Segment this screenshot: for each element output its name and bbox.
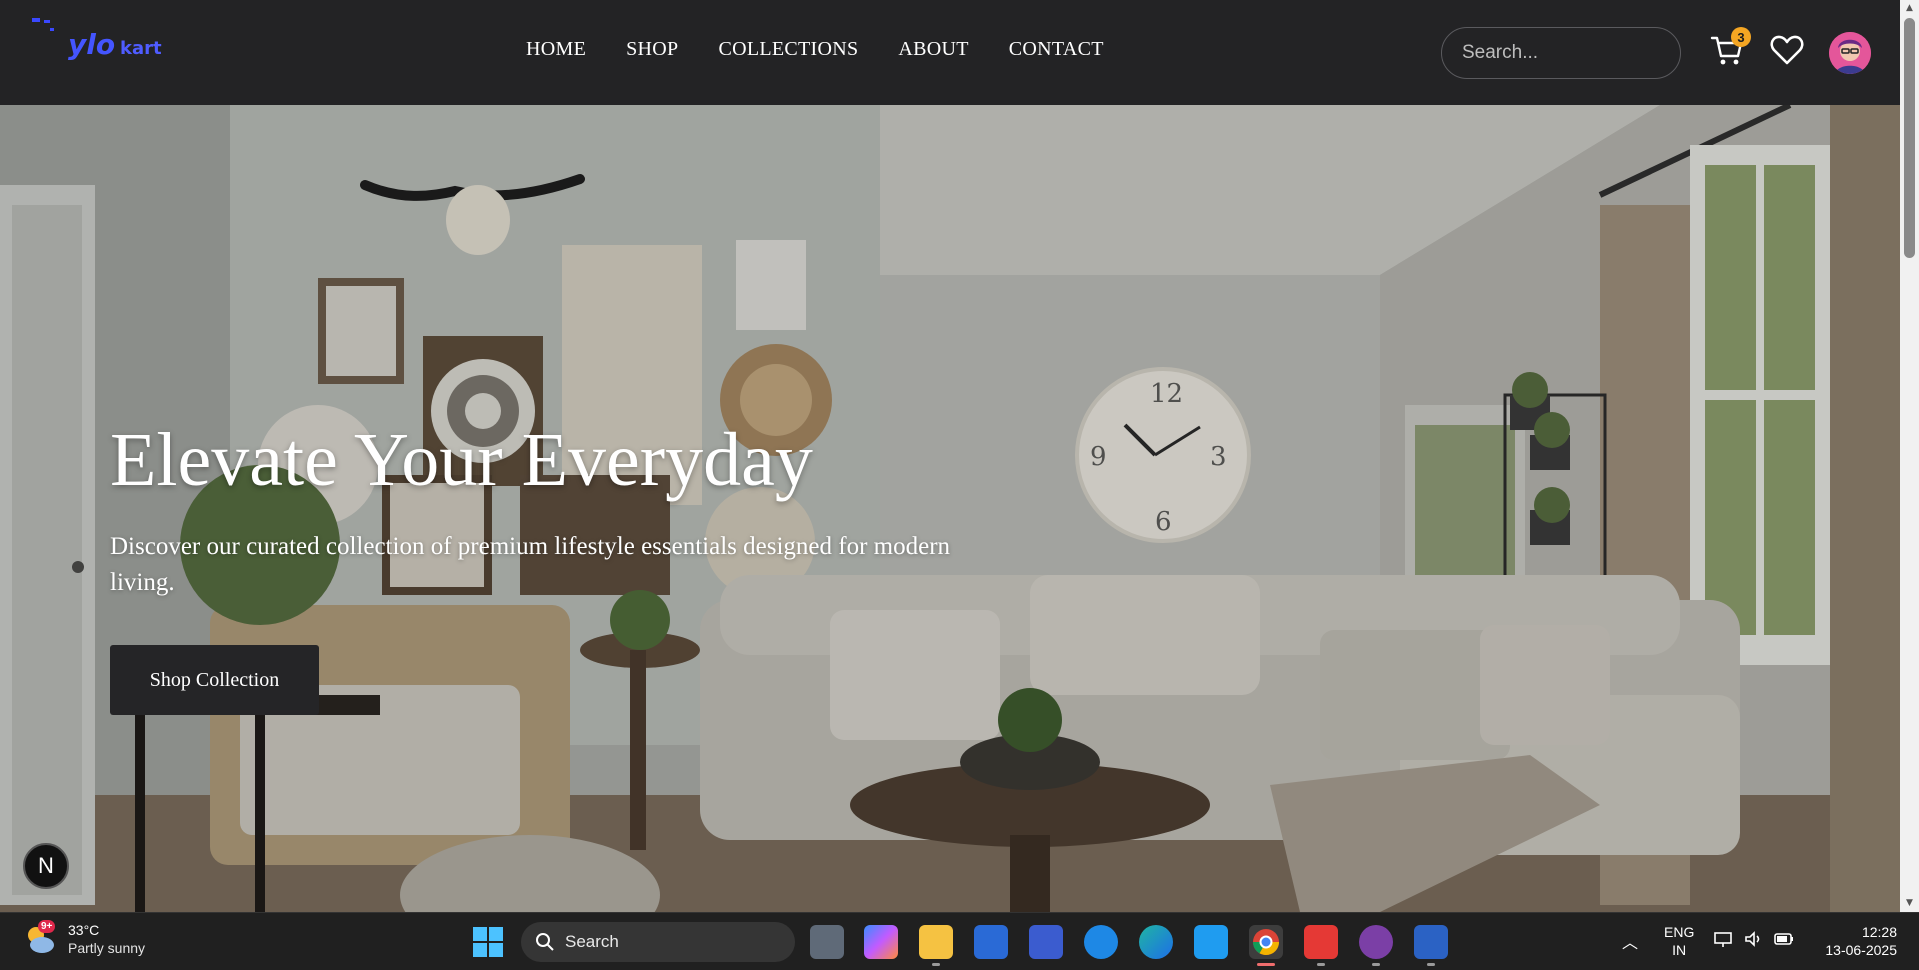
file-explorer-running-indicator xyxy=(932,963,940,966)
word-icon[interactable] xyxy=(1414,925,1448,959)
nav-about[interactable]: ABOUT xyxy=(898,38,968,61)
github-desktop-icon[interactable] xyxy=(1359,925,1393,959)
hero-content: Elevate Your Everyday Discover our curat… xyxy=(110,418,1010,715)
battery-icon xyxy=(1774,933,1793,945)
task-view-icon[interactable] xyxy=(810,925,844,959)
heart-icon xyxy=(1770,35,1804,65)
clock-time: 12:28 xyxy=(1861,924,1897,940)
network-icon xyxy=(1714,932,1732,947)
search-icon xyxy=(536,933,554,951)
scroll-thumb[interactable] xyxy=(1904,18,1915,258)
word-running-indicator xyxy=(1427,963,1435,966)
nav-home[interactable]: HOME xyxy=(526,38,586,61)
chrome-active-indicator xyxy=(1257,963,1275,966)
edge-browser-icon[interactable] xyxy=(1139,925,1173,959)
windows-start-icon[interactable] xyxy=(473,927,503,957)
shop-collection-button[interactable]: Shop Collection xyxy=(110,644,319,715)
microsoft-store-icon[interactable] xyxy=(974,925,1008,959)
github-running-indicator xyxy=(1372,963,1380,966)
chevron-up-icon[interactable]: ︿ xyxy=(1622,929,1638,953)
language-code: ENG xyxy=(1664,924,1695,940)
weather-temp: 33°C xyxy=(68,922,100,938)
partly-sunny-icon: 9+ xyxy=(24,920,58,956)
clock-date: 13-06-2025 xyxy=(1825,942,1897,958)
ai-app-icon[interactable] xyxy=(1029,925,1063,959)
vscode-icon[interactable] xyxy=(1194,925,1228,959)
pdf-reader-icon[interactable] xyxy=(1304,925,1338,959)
system-tray-icons[interactable] xyxy=(1713,929,1795,949)
hero-section: 12 3 6 9 xyxy=(0,105,1900,912)
weather-alert-badge: 9+ xyxy=(38,920,56,933)
site-header: ylo kart HOME SHOP COLLECTIONS ABOUT CON… xyxy=(0,0,1900,105)
chrome-browser-icon[interactable] xyxy=(1249,925,1283,959)
main-nav: HOME SHOP COLLECTIONS ABOUT CONTACT xyxy=(526,38,1104,61)
system-clock[interactable]: 12:28 13-06-2025 xyxy=(1817,923,1897,959)
weather-widget[interactable]: 9+ 33°C Partly sunny xyxy=(24,920,146,957)
os-taskbar: 9+ 33°C Partly sunny Search ︿ ENG IN 12:… xyxy=(0,912,1919,970)
volume-icon xyxy=(1745,931,1760,947)
nav-contact[interactable]: CONTACT xyxy=(1009,38,1104,61)
taskbar-search[interactable]: Search xyxy=(521,922,795,962)
region-code: IN xyxy=(1672,942,1687,958)
pdf-running-indicator xyxy=(1317,963,1325,966)
brand-logo[interactable]: ylo kart xyxy=(28,14,198,70)
language-indicator[interactable]: ENG IN xyxy=(1664,923,1694,959)
weather-condition: Partly sunny xyxy=(68,940,146,956)
wishlist-button[interactable] xyxy=(1767,30,1807,70)
hero-title: Elevate Your Everyday xyxy=(110,418,813,502)
svg-text:kart: kart xyxy=(120,38,162,59)
search-input[interactable] xyxy=(1441,27,1681,79)
nav-collections[interactable]: COLLECTIONS xyxy=(718,38,858,61)
copilot-icon[interactable] xyxy=(864,925,898,959)
taskbar-search-label: Search xyxy=(565,932,619,951)
file-explorer-icon[interactable] xyxy=(919,925,953,959)
scroll-up-arrow-icon[interactable]: ▲ xyxy=(1900,0,1919,17)
svg-text:ylo: ylo xyxy=(68,28,115,61)
nextjs-dev-indicator[interactable]: N xyxy=(23,843,69,889)
nav-shop[interactable]: SHOP xyxy=(626,38,678,61)
app-launcher-icon[interactable] xyxy=(1084,925,1118,959)
scroll-down-arrow-icon[interactable]: ▼ xyxy=(1900,895,1919,912)
page-scrollbar[interactable]: ▲ ▼ xyxy=(1900,0,1919,912)
user-avatar[interactable] xyxy=(1829,32,1871,74)
hero-subtitle: Discover our curated collection of premi… xyxy=(110,532,951,596)
cart-count-badge: 3 xyxy=(1731,27,1751,47)
